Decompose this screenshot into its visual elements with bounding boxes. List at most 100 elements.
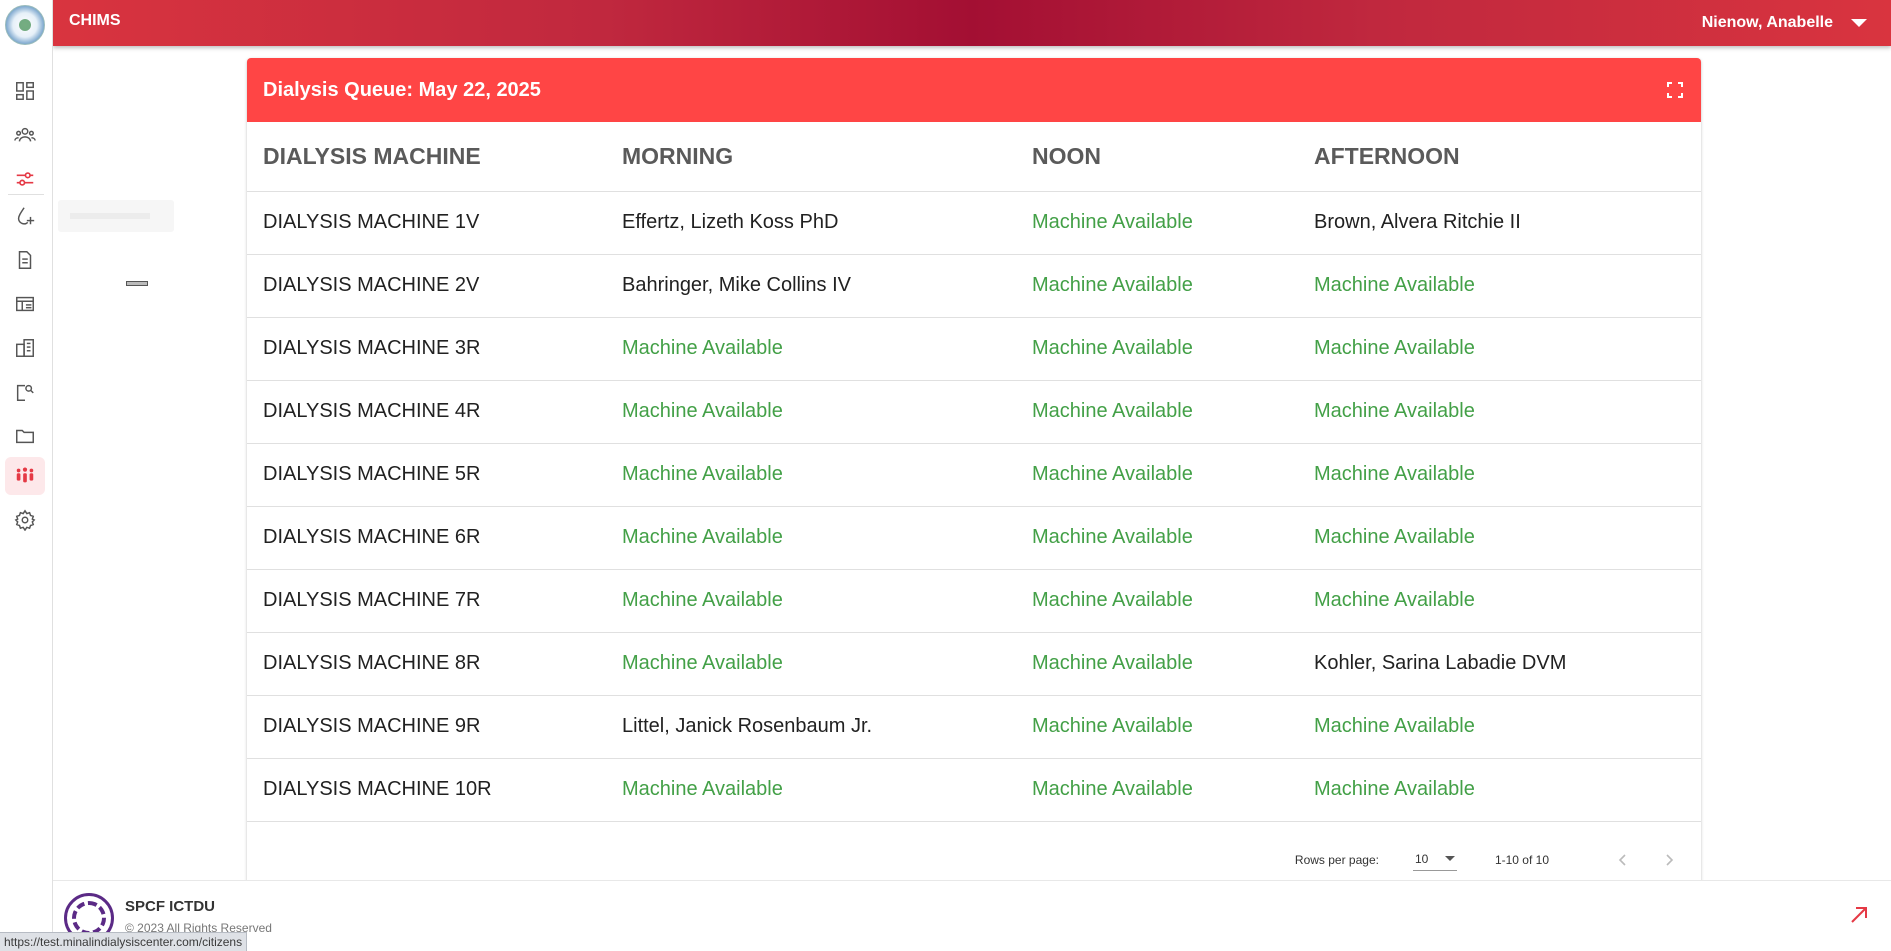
afternoon-cell: Machine Available xyxy=(1298,569,1701,633)
machine-cell: DIALYSIS MACHINE 7R xyxy=(247,569,606,633)
noon-cell: Machine Available xyxy=(1016,191,1298,255)
sidebar-item-facilities[interactable] xyxy=(5,329,45,367)
afternoon-cell: Machine Available xyxy=(1298,506,1701,570)
sidebar-item-search-records[interactable] xyxy=(5,373,45,411)
folder-icon xyxy=(16,429,34,444)
previous-page-button[interactable] xyxy=(1611,848,1635,872)
table-row[interactable]: DIALYSIS MACHINE 4R Machine Available Mach… xyxy=(247,380,1701,444)
next-page-button[interactable] xyxy=(1657,848,1681,872)
sidebar-item-citizens[interactable] xyxy=(5,116,45,154)
morning-cell: Littel, Janick Rosenbaum Jr. xyxy=(606,695,1016,759)
noon-cell: Machine Available xyxy=(1016,632,1298,696)
machine-cell: DIALYSIS MACHINE 9R xyxy=(247,695,606,759)
page-title: Dialysis Queue: May 22, 2025 xyxy=(263,78,541,101)
machine-cell: DIALYSIS MACHINE 3R xyxy=(247,317,606,381)
pagination-range: 1-10 of 10 xyxy=(1494,853,1549,867)
group-icon xyxy=(16,467,34,483)
morning-cell: Machine Available xyxy=(606,758,1016,822)
machine-cell: DIALYSIS MACHINE 10R xyxy=(247,758,606,822)
noon-cell: Machine Available xyxy=(1016,569,1298,633)
machine-cell: DIALYSIS MACHINE 5R xyxy=(247,443,606,507)
column-header-afternoon[interactable]: AFTERNOON xyxy=(1298,122,1701,192)
user-name: Nienow, Anabelle xyxy=(1701,14,1833,31)
noon-cell: Machine Available xyxy=(1016,254,1298,318)
card-header: Dialysis Queue: May 22, 2025 xyxy=(247,58,1701,122)
noon-cell: Machine Available xyxy=(1016,317,1298,381)
morning-cell: Bahringer, Mike Collins IV xyxy=(606,254,1016,318)
table-row[interactable]: DIALYSIS MACHINE 3R Machine Available Mach… xyxy=(247,317,1701,381)
column-header-noon[interactable]: NOON xyxy=(1016,122,1298,192)
dialysis-queue-card: Dialysis Queue: May 22, 2025 DIALYSIS MA… xyxy=(247,58,1701,888)
footer: SPCF ICTDU © 2023 All Rights Reserved xyxy=(53,880,1891,951)
table-row[interactable]: DIALYSIS MACHINE 5R Machine Available Mach… xyxy=(247,443,1701,507)
queue-table: DIALYSIS MACHINE MORNING NOON AFTERNOON … xyxy=(247,122,1701,822)
sidebar-item-records[interactable] xyxy=(5,241,45,279)
noon-cell: Machine Available xyxy=(1016,695,1298,759)
sidebar-item-settings-sliders[interactable] xyxy=(5,160,45,198)
afternoon-cell: Brown, Alvera Ritchie II xyxy=(1298,191,1701,255)
noon-cell: Machine Available xyxy=(1016,380,1298,444)
chevron-right-icon xyxy=(1666,854,1674,866)
sidebar-item-files[interactable] xyxy=(5,417,45,455)
user-menu[interactable]: Nienow, Anabelle xyxy=(1702,0,1867,46)
document-search-icon xyxy=(16,384,34,401)
chevron-left-icon xyxy=(1618,854,1626,866)
rows-per-page-select[interactable]: 10 xyxy=(1412,850,1457,871)
city-seal-logo[interactable] xyxy=(5,5,45,45)
dashboard-icon xyxy=(16,82,34,100)
morning-cell: Machine Available xyxy=(606,632,1016,696)
sidebar-item-dialysis-queue[interactable] xyxy=(5,457,45,495)
sidebar-item-dashboard[interactable] xyxy=(5,72,45,110)
rows-per-page-label: Rows per page: xyxy=(1294,853,1379,867)
table-row[interactable]: DIALYSIS MACHINE 7R Machine Available Mach… xyxy=(247,569,1701,633)
sidebar-item-settings[interactable] xyxy=(5,501,45,539)
machine-cell: DIALYSIS MACHINE 1V xyxy=(247,191,606,255)
app-brand[interactable]: CHIMS xyxy=(69,12,121,30)
sliders-icon xyxy=(16,172,34,186)
afternoon-cell: Machine Available xyxy=(1298,254,1701,318)
morning-cell: Machine Available xyxy=(606,506,1016,570)
morning-cell: Machine Available xyxy=(606,317,1016,381)
machine-cell: DIALYSIS MACHINE 2V xyxy=(247,254,606,318)
noon-cell: Machine Available xyxy=(1016,506,1298,570)
chevron-down-icon xyxy=(1851,19,1867,27)
afternoon-cell: Machine Available xyxy=(1298,695,1701,759)
table-row[interactable]: DIALYSIS MACHINE 6R Machine Available Mach… xyxy=(247,506,1701,570)
chevron-down-icon xyxy=(1444,856,1455,861)
rows-per-page-value: 10 xyxy=(1414,851,1429,866)
water-drop-add-icon xyxy=(17,207,35,225)
afternoon-cell: Machine Available xyxy=(1298,443,1701,507)
gear-icon xyxy=(14,509,36,531)
sidebar-item-tables[interactable] xyxy=(5,285,45,323)
document-icon xyxy=(18,251,32,269)
noon-cell: Machine Available xyxy=(1016,443,1298,507)
column-header-machine[interactable]: DIALYSIS MACHINE xyxy=(247,122,606,192)
collapse-handle xyxy=(126,281,148,286)
afternoon-cell: Kohler, Sarina Labadie DVM xyxy=(1298,632,1701,696)
sidebar-item-blood[interactable] xyxy=(5,197,45,235)
building-icon xyxy=(16,339,34,357)
table-icon xyxy=(16,296,34,312)
fullscreen-icon[interactable] xyxy=(1665,80,1685,100)
afternoon-cell: Machine Available xyxy=(1298,380,1701,444)
table-row[interactable]: DIALYSIS MACHINE 10R Machine Available Mac… xyxy=(247,758,1701,822)
external-link-arrow-icon[interactable] xyxy=(1847,903,1871,927)
table-row[interactable]: DIALYSIS MACHINE 9R Littel, Janick Rosenb… xyxy=(247,695,1701,759)
column-header-morning[interactable]: MORNING xyxy=(606,122,1016,192)
table-row[interactable]: DIALYSIS MACHINE 2V Bahringer, Mike Colli… xyxy=(247,254,1701,318)
people-icon xyxy=(14,127,36,142)
table-row[interactable]: DIALYSIS MACHINE 1V Effertz, Lizeth Koss … xyxy=(247,191,1701,255)
morning-cell: Effertz, Lizeth Koss PhD xyxy=(606,191,1016,255)
machine-cell: DIALYSIS MACHINE 4R xyxy=(247,380,606,444)
noon-cell: Machine Available xyxy=(1016,758,1298,822)
afternoon-cell: Machine Available xyxy=(1298,317,1701,381)
machine-cell: DIALYSIS MACHINE 8R xyxy=(247,632,606,696)
table-row[interactable]: DIALYSIS MACHINE 8R Machine Available Mach… xyxy=(247,632,1701,696)
machine-cell: DIALYSIS MACHINE 6R xyxy=(247,506,606,570)
tooltip-placeholder xyxy=(58,200,174,232)
morning-cell: Machine Available xyxy=(606,569,1016,633)
footer-org: SPCF ICTDU xyxy=(125,898,215,915)
afternoon-cell: Machine Available xyxy=(1298,758,1701,822)
morning-cell: Machine Available xyxy=(606,443,1016,507)
status-bar-url: https://test.minalindialysiscenter.com/c… xyxy=(0,932,248,951)
